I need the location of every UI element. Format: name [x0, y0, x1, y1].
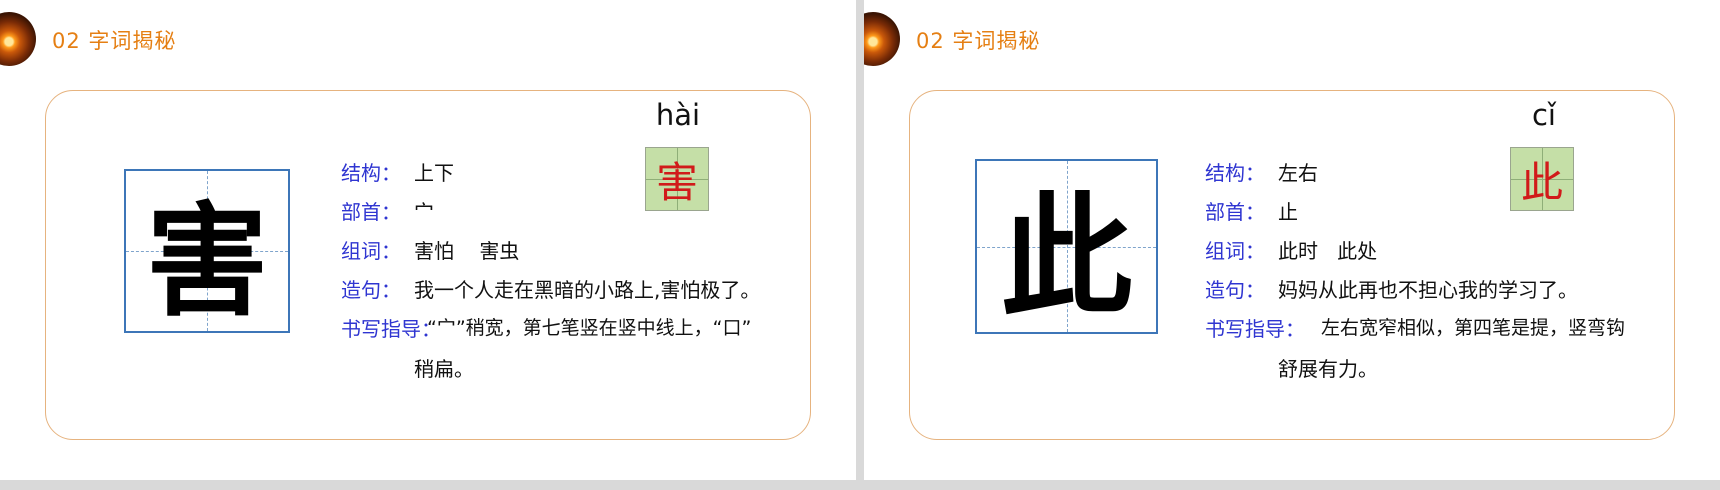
section-title: 02 字词揭秘: [916, 29, 1041, 53]
sentence-label: 造句：: [1205, 278, 1265, 302]
slide-2: 02 字词揭秘 此 cǐ 此 结构： 左右 部首： 止 组词： 此时 此处 造句…: [864, 0, 1720, 480]
small-character-box: 害: [645, 147, 709, 211]
radical-value: 止: [1278, 200, 1298, 224]
main-character: 害: [146, 188, 268, 333]
words-value: 此时 此处: [1278, 239, 1378, 263]
guide-line-1: “宀”稍宽，第七笔竖在竖中线上，“口”: [427, 317, 752, 339]
section-title: 02 字词揭秘: [52, 29, 177, 53]
guide-line-2: 稍扁。: [414, 357, 474, 381]
guide-line-2: 舒展有力。: [1278, 357, 1378, 381]
character-grid-box: 害: [124, 169, 290, 333]
words-value: 害怕 害虫: [414, 239, 520, 263]
structure-row: 结构： 上下: [341, 157, 454, 186]
main-character: 此: [1000, 180, 1133, 335]
small-character: 此: [1520, 157, 1563, 207]
words-label: 组词：: [341, 239, 401, 263]
guide-label: 书写指导：: [341, 317, 441, 341]
character-grid-box: 此: [975, 159, 1158, 335]
structure-row: 结构： 左右: [1205, 157, 1318, 186]
words-label: 组词：: [1205, 239, 1265, 263]
structure-label: 结构：: [341, 161, 401, 185]
slide-1: 02 字词揭秘 害 hài 害 结构： 上下 部首： 宀 组词： 害怕 害虫 造…: [0, 0, 856, 480]
sentence-row: 造句： 我一个人走在黑暗的小路上,害怕极了。: [341, 274, 760, 303]
radical-label: 部首：: [341, 200, 401, 224]
small-character-box: 此: [1510, 147, 1574, 211]
structure-value: 上下: [414, 161, 454, 185]
guide-row: 书写指导： 左右宽窄相似，第四笔是提，竖弯钩: [1205, 313, 1625, 342]
character-card: 害 hài 害 结构： 上下 部首： 宀 组词： 害怕 害虫 造句： 我一个人走…: [45, 90, 811, 440]
words-row: 组词： 此时 此处: [1205, 235, 1377, 264]
guide-row: 书写指导： “宀”稍宽，第七笔竖在竖中线上，“口”: [341, 313, 751, 342]
sentence-value: 妈妈从此再也不担心我的学习了。: [1278, 278, 1578, 302]
radical-label: 部首：: [1205, 200, 1265, 224]
structure-value: 左右: [1278, 161, 1318, 185]
radical-row: 部首： 宀: [341, 196, 434, 225]
small-character: 害: [655, 157, 698, 207]
radical-value: 宀: [414, 200, 434, 224]
radical-row: 部首： 止: [1205, 196, 1298, 225]
sentence-row: 造句： 妈妈从此再也不担心我的学习了。: [1205, 274, 1578, 303]
sunset-logo-icon: [864, 12, 900, 66]
character-card: 此 cǐ 此 结构： 左右 部首： 止 组词： 此时 此处 造句： 妈妈从此再也…: [909, 90, 1675, 440]
pinyin: hài: [655, 98, 701, 132]
guide-line-1: 左右宽窄相似，第四笔是提，竖弯钩: [1321, 317, 1626, 339]
structure-label: 结构：: [1205, 161, 1265, 185]
words-row: 组词： 害怕 害虫: [341, 235, 519, 264]
pinyin: cǐ: [1531, 98, 1556, 132]
sunset-logo-icon: [0, 12, 36, 66]
sentence-value: 我一个人走在黑暗的小路上,害怕极了。: [414, 278, 761, 302]
sentence-label: 造句：: [341, 278, 401, 302]
guide-label: 书写指导：: [1205, 317, 1305, 341]
